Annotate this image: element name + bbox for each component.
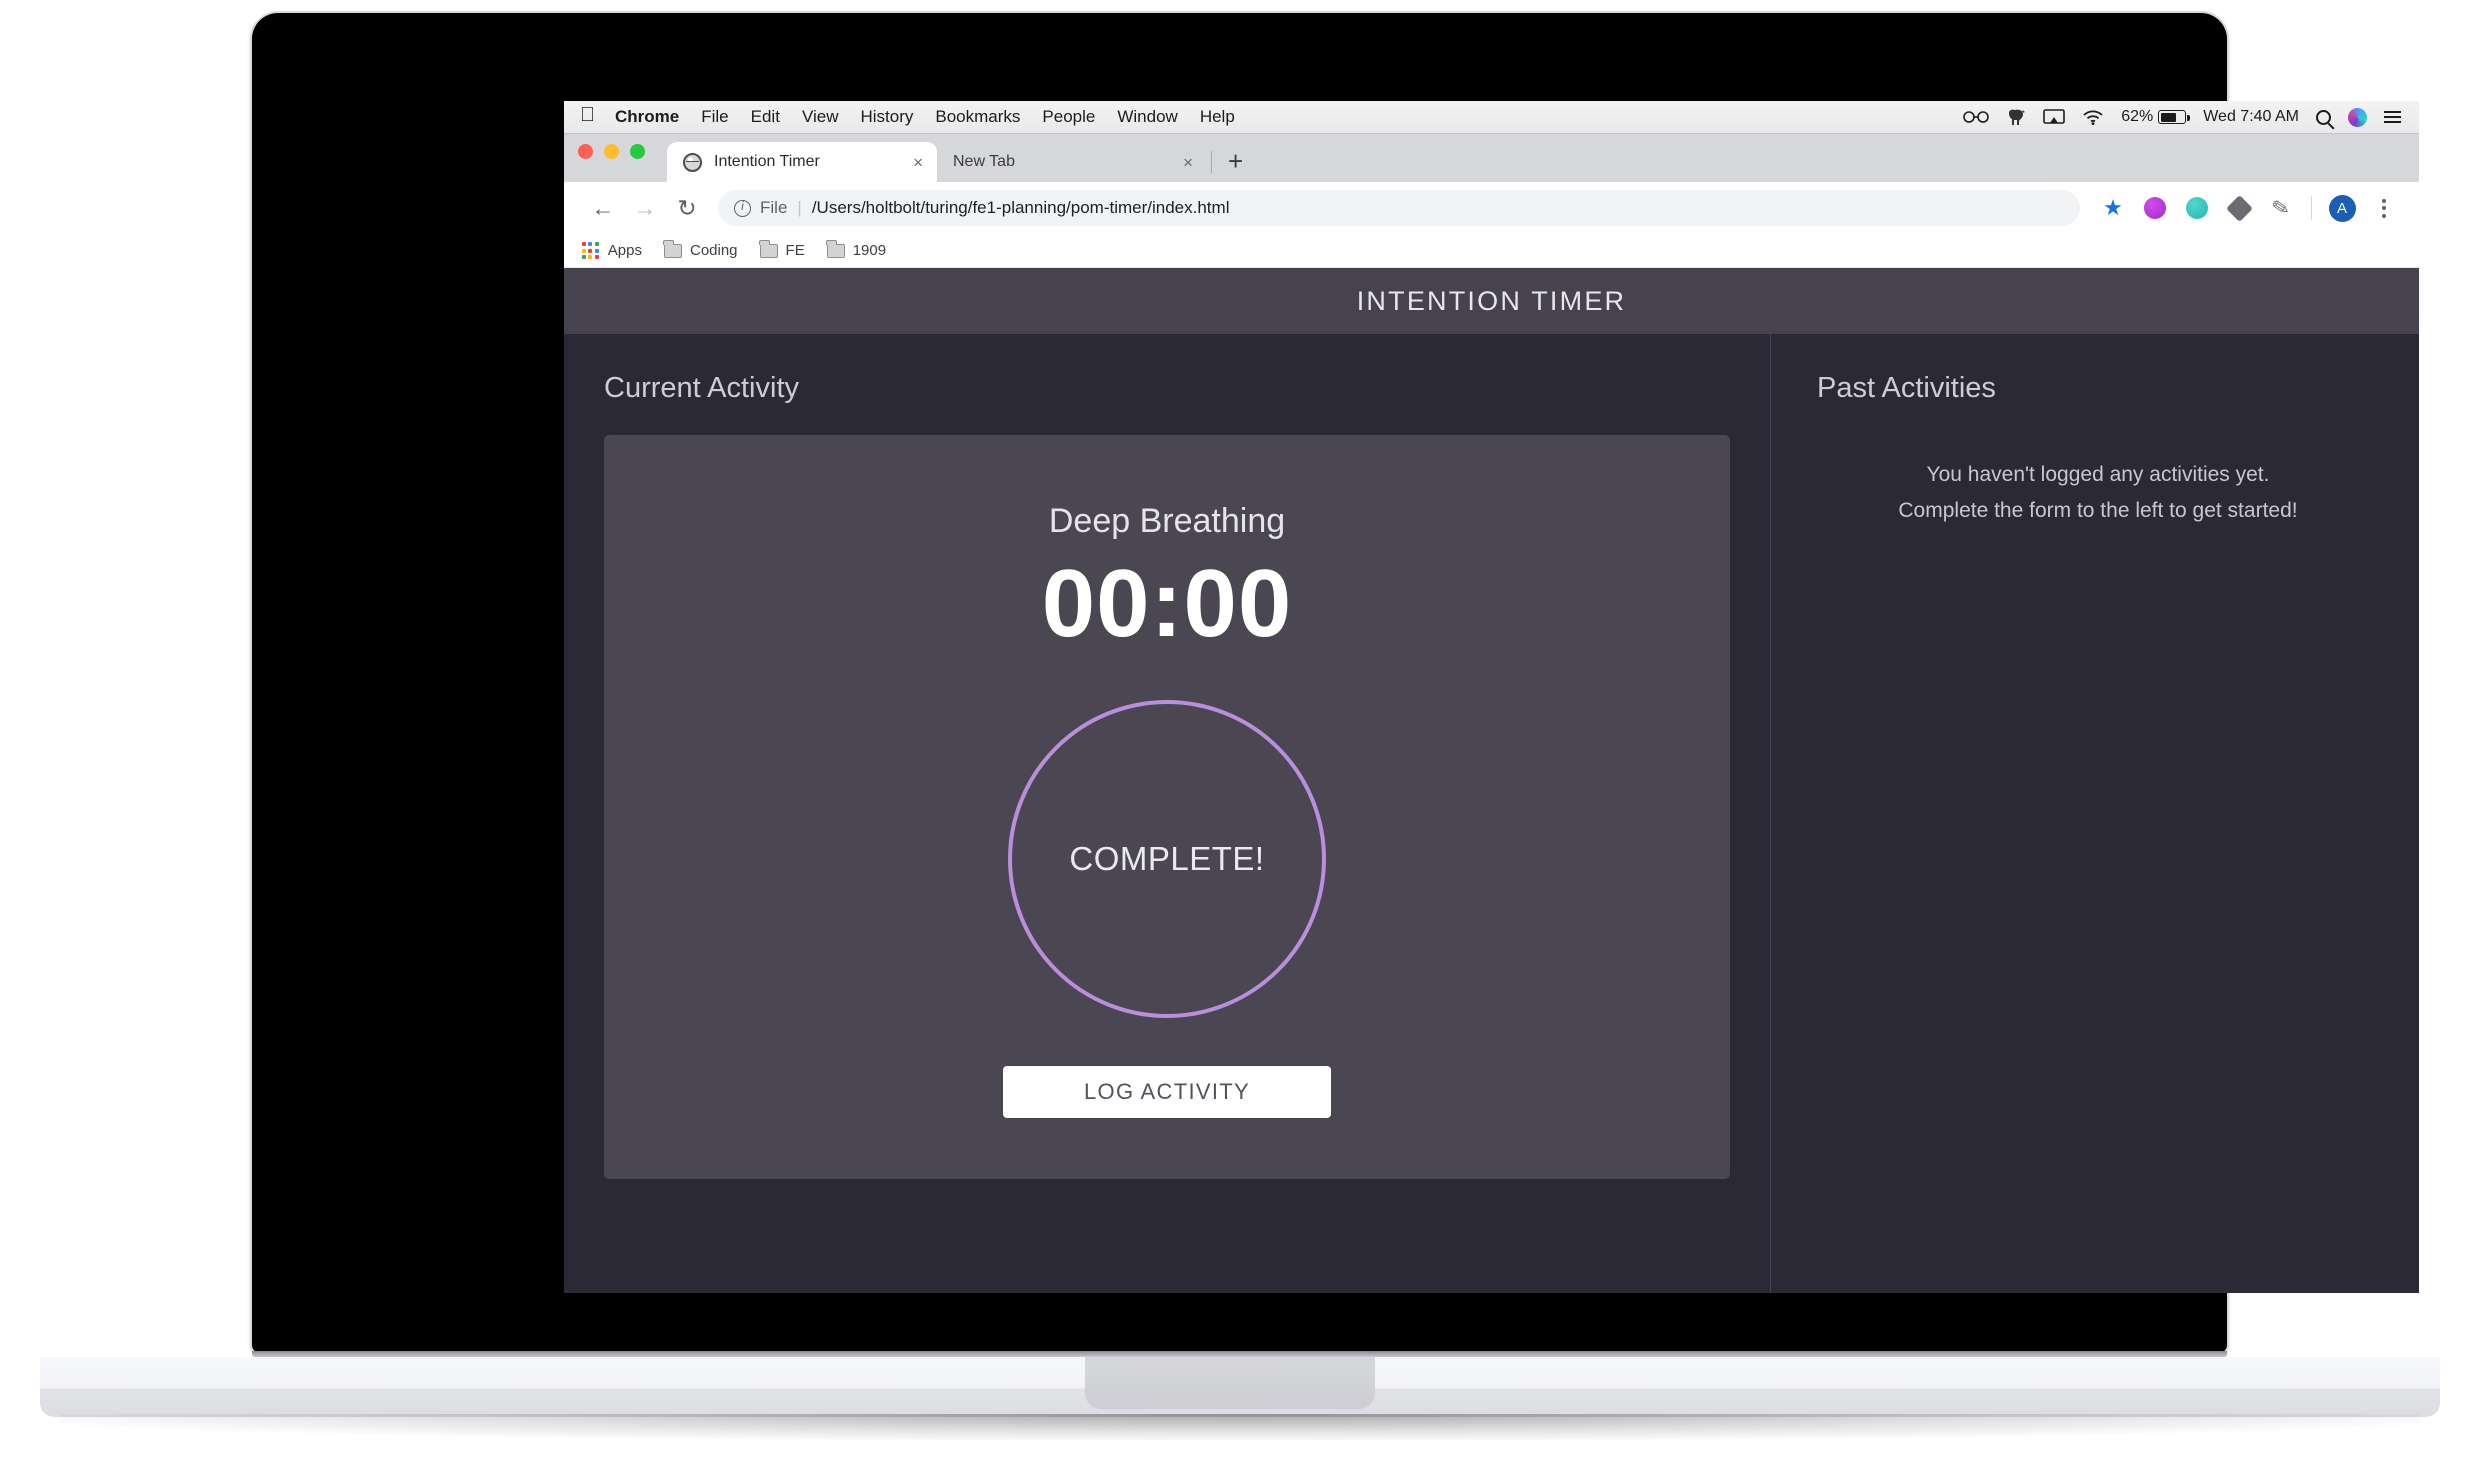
tab-intention-timer[interactable]: Intention Timer × xyxy=(667,142,937,182)
timer-status-label: COMPLETE! xyxy=(1069,840,1265,878)
laptop-mockup:  Chrome File Edit View History Bookmark… xyxy=(0,0,2472,1461)
bookmark-label: 1909 xyxy=(852,242,887,259)
avatar-initial: A xyxy=(2328,194,2356,222)
window-traffic-lights xyxy=(578,134,645,182)
empty-state-line-2: Complete the form to the left to get sta… xyxy=(1898,499,2298,523)
notification-center-icon[interactable] xyxy=(2384,111,2401,123)
empty-state-line-1: You haven't logged any activities yet. xyxy=(1926,463,2270,486)
extension-teal-icon[interactable] xyxy=(2176,191,2218,225)
laptop-screen:  Chrome File Edit View History Bookmark… xyxy=(564,101,2419,1293)
address-bar[interactable]: File | /Users/holtbolt/turing/fe1-planni… xyxy=(718,190,2080,226)
bookmark-label: Apps xyxy=(607,242,642,259)
globe-favicon-icon xyxy=(683,152,702,172)
past-activities-empty-state: You haven't logged any activities yet. C… xyxy=(1817,435,2379,529)
app-header: INTENTION TIMER xyxy=(564,268,2419,334)
menu-bar-status-area: 62% Wed 7:40 AM xyxy=(1963,107,2401,127)
menu-item-bookmarks[interactable]: Bookmarks xyxy=(935,107,1020,127)
timer-progress-circle: COMPLETE! xyxy=(1008,700,1326,1019)
siri-icon[interactable] xyxy=(2348,107,2367,127)
intention-timer-app: INTENTION TIMER Current Activity Deep Br… xyxy=(564,268,2419,1293)
mac-menu-bar:  Chrome File Edit View History Bookmark… xyxy=(564,101,2419,134)
tab-title: New Tab xyxy=(953,153,1015,170)
menu-item-file[interactable]: File xyxy=(701,107,728,127)
tab-new-tab[interactable]: New Tab × xyxy=(937,142,1207,182)
app-body: Current Activity Deep Breathing 00:00 CO… xyxy=(564,334,2419,1293)
window-minimize-button[interactable] xyxy=(604,144,619,159)
activity-card: Deep Breathing 00:00 COMPLETE! LOG ACTIV… xyxy=(604,435,1730,1179)
bookmark-1909[interactable]: 1909 xyxy=(826,240,887,259)
bookmark-label: FE xyxy=(785,242,805,259)
spotlight-search-icon[interactable] xyxy=(2316,109,2331,125)
log-activity-button[interactable]: LOG ACTIVITY xyxy=(1003,1066,1331,1119)
laptop-base-notch xyxy=(1085,1357,1375,1409)
tab-close-icon[interactable]: × xyxy=(1183,154,1193,171)
past-activities-heading: Past Activities xyxy=(1817,372,1996,404)
battery-fill xyxy=(2160,112,2177,122)
folder-icon xyxy=(759,240,778,258)
battery-indicator[interactable]: 62% xyxy=(2121,108,2190,126)
bookmark-label: Coding xyxy=(689,242,738,259)
current-activity-panel: Current Activity Deep Breathing 00:00 CO… xyxy=(564,334,1770,1293)
menu-bar-clock[interactable]: Wed 7:40 AM xyxy=(2203,108,2299,126)
reload-button[interactable]: ↻ xyxy=(666,196,708,220)
window-maximize-button[interactable] xyxy=(630,144,645,159)
extension-diamond-icon[interactable] xyxy=(2218,191,2260,225)
toolbar-divider xyxy=(2311,196,2312,220)
new-tab-button[interactable]: + xyxy=(1216,148,1255,182)
timer-display: 00:00 xyxy=(1041,550,1293,657)
laptop-shadow xyxy=(60,1414,2420,1440)
tab-close-icon[interactable]: × xyxy=(913,154,923,171)
current-activity-heading: Current Activity xyxy=(604,372,799,404)
apps-grid-icon xyxy=(582,242,599,259)
chrome-menu-button[interactable] xyxy=(2363,191,2405,225)
omnibox-scheme-label: File xyxy=(760,198,788,217)
kebab-menu-icon xyxy=(2382,198,2386,218)
menu-item-view[interactable]: View xyxy=(802,107,839,127)
past-activities-panel: Past Activities You haven't logged any a… xyxy=(1770,334,2419,1293)
laptop-lid:  Chrome File Edit View History Bookmark… xyxy=(252,13,2419,1353)
menu-item-history[interactable]: History xyxy=(860,107,913,127)
profile-avatar[interactable]: A xyxy=(2321,191,2363,225)
bookmarks-bar: Apps Coding FE 1909 xyxy=(564,234,2419,268)
bookmark-apps[interactable]: Apps xyxy=(582,242,642,259)
toolbar-icon-group: ★ ✎ A xyxy=(2092,191,2405,225)
tab-title: Intention Timer xyxy=(714,153,820,170)
glasses-icon[interactable] xyxy=(1963,110,1990,124)
apple-logo-icon[interactable]:  xyxy=(580,105,595,125)
menu-item-help[interactable]: Help xyxy=(1200,107,1235,127)
battery-icon xyxy=(2158,110,2190,124)
evernote-elephant-icon[interactable] xyxy=(2006,108,2026,126)
window-close-button[interactable] xyxy=(578,144,593,159)
bookmark-fe[interactable]: FE xyxy=(759,240,805,259)
activity-name: Deep Breathing xyxy=(1048,502,1286,540)
folder-icon xyxy=(663,240,682,258)
browser-toolbar: ← → ↻ File | /Users/holtbolt/turing/fe1-… xyxy=(564,182,2419,234)
back-button[interactable]: ← xyxy=(582,196,624,220)
omnibox-separator: | xyxy=(797,198,802,217)
menu-item-window[interactable]: Window xyxy=(1117,107,1177,127)
omnibox-url-text: /Users/holtbolt/turing/fe1-planning/pom-… xyxy=(811,198,1230,217)
extension-highlighter-icon[interactable]: ✎ xyxy=(2260,191,2302,225)
menu-item-people[interactable]: People xyxy=(1042,107,1095,127)
browser-tab-strip: Intention Timer × New Tab × + xyxy=(564,134,2419,182)
tab-divider xyxy=(1211,151,1212,173)
page-title: INTENTION TIMER xyxy=(1356,285,1627,316)
airplay-icon[interactable] xyxy=(2043,108,2066,126)
site-info-icon[interactable] xyxy=(734,198,751,217)
menu-item-edit[interactable]: Edit xyxy=(751,107,780,127)
folder-icon xyxy=(826,240,845,258)
wifi-icon[interactable] xyxy=(2082,109,2104,125)
menu-item-chrome[interactable]: Chrome xyxy=(615,107,679,127)
bookmark-star-icon[interactable]: ★ xyxy=(2092,191,2134,225)
battery-percent-label: 62% xyxy=(2121,108,2154,125)
forward-button[interactable]: → xyxy=(624,196,666,220)
extension-purple-icon[interactable] xyxy=(2134,191,2176,225)
bookmark-coding[interactable]: Coding xyxy=(663,240,738,259)
